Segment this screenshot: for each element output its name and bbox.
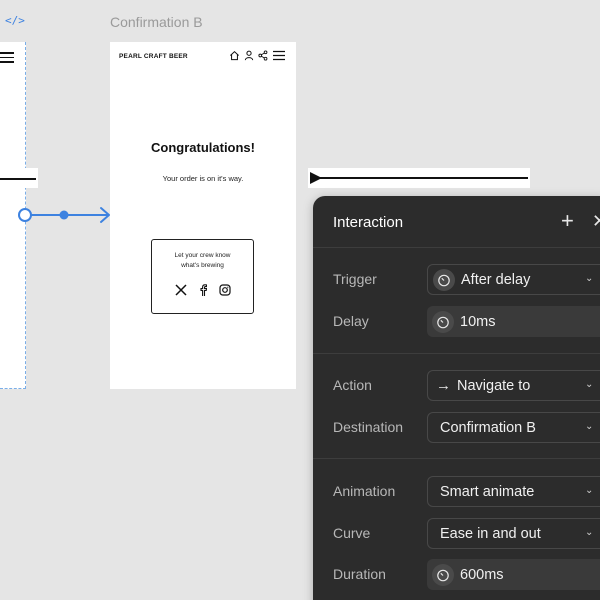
action-dropdown[interactable]: → Navigate to ⌄: [427, 370, 600, 401]
chevron-down-icon: ⌄: [585, 273, 594, 284]
delay-label: Delay: [333, 313, 369, 329]
brand-name: PEARL CRAFT BEER: [119, 53, 188, 60]
frame-label[interactable]: Confirmation B: [110, 14, 203, 30]
animation-value: Smart animate: [440, 483, 535, 500]
panel-title: Interaction: [333, 214, 404, 231]
prototype-connector[interactable]: [0, 200, 120, 230]
destination-dropdown[interactable]: Confirmation B ⌄: [427, 412, 600, 443]
share-card-line-2: what's brewing: [181, 262, 224, 269]
next-frame-line: [308, 168, 530, 188]
x-icon[interactable]: [174, 284, 187, 296]
connector-midpoint[interactable]: [59, 210, 69, 220]
social-links: [152, 284, 253, 296]
order-status-text: Your order is on it's way.: [162, 174, 244, 183]
facebook-icon[interactable]: [199, 284, 207, 296]
chevron-down-icon: ⌄: [585, 485, 594, 496]
action-value: Navigate to: [457, 377, 531, 394]
add-icon[interactable]: +: [561, 210, 574, 232]
instagram-icon[interactable]: [218, 284, 231, 296]
chevron-down-icon: ⌄: [585, 527, 594, 538]
destination-value: Confirmation B: [440, 419, 536, 436]
timer-icon: [432, 310, 454, 333]
destination-label: Destination: [333, 419, 404, 435]
timer-icon: [433, 268, 455, 291]
duration-input[interactable]: 600ms: [427, 559, 600, 590]
confirmation-b-frame[interactable]: PEARL CRAFT BEER Congratulations! Your o…: [110, 42, 296, 389]
home-icon: [230, 50, 239, 61]
timer-icon: [432, 563, 454, 586]
panel-header: Interaction + ✕: [313, 196, 600, 248]
divider: [313, 353, 600, 354]
connector-start-handle[interactable]: [18, 208, 32, 222]
user-icon: [244, 50, 254, 61]
trigger-label: Trigger: [333, 271, 377, 287]
animation-label: Animation: [333, 483, 396, 499]
curve-label: Curve: [333, 525, 371, 541]
previous-frame-line: [0, 168, 38, 188]
curve-value: Ease in and out: [440, 525, 541, 542]
menu-icon: [0, 52, 14, 66]
action-label: Action: [333, 377, 372, 393]
code-icon[interactable]: </>: [5, 14, 25, 27]
header-nav: [229, 50, 286, 61]
chevron-down-icon: ⌄: [585, 379, 594, 390]
divider: [313, 458, 600, 459]
delay-value: 10ms: [460, 313, 496, 330]
share-card-line-1: Let your crew know: [174, 252, 231, 259]
chevron-down-icon: ⌄: [585, 421, 594, 432]
arrow-right-icon: →: [436, 377, 451, 394]
trigger-value: After delay: [461, 271, 531, 288]
arrow-marker-icon: [310, 172, 322, 184]
curve-dropdown[interactable]: Ease in and out ⌄: [427, 518, 600, 549]
interaction-panel[interactable]: Interaction + ✕ Trigger After delay ⌄ De…: [313, 196, 600, 600]
share-icon: [258, 50, 268, 61]
animation-dropdown[interactable]: Smart animate ⌄: [427, 476, 600, 507]
duration-value: 600ms: [460, 566, 504, 583]
duration-label: Duration: [333, 566, 386, 582]
congratulations-heading: Congratulations!: [151, 140, 255, 155]
trigger-dropdown[interactable]: After delay ⌄: [427, 264, 600, 295]
share-card: Let your crew know what's brewing: [151, 239, 254, 314]
share-card-text: Let your crew know what's brewing: [152, 251, 253, 271]
delay-input[interactable]: 10ms: [427, 306, 600, 337]
close-icon[interactable]: ✕: [592, 211, 600, 231]
menu-icon: [273, 50, 285, 61]
